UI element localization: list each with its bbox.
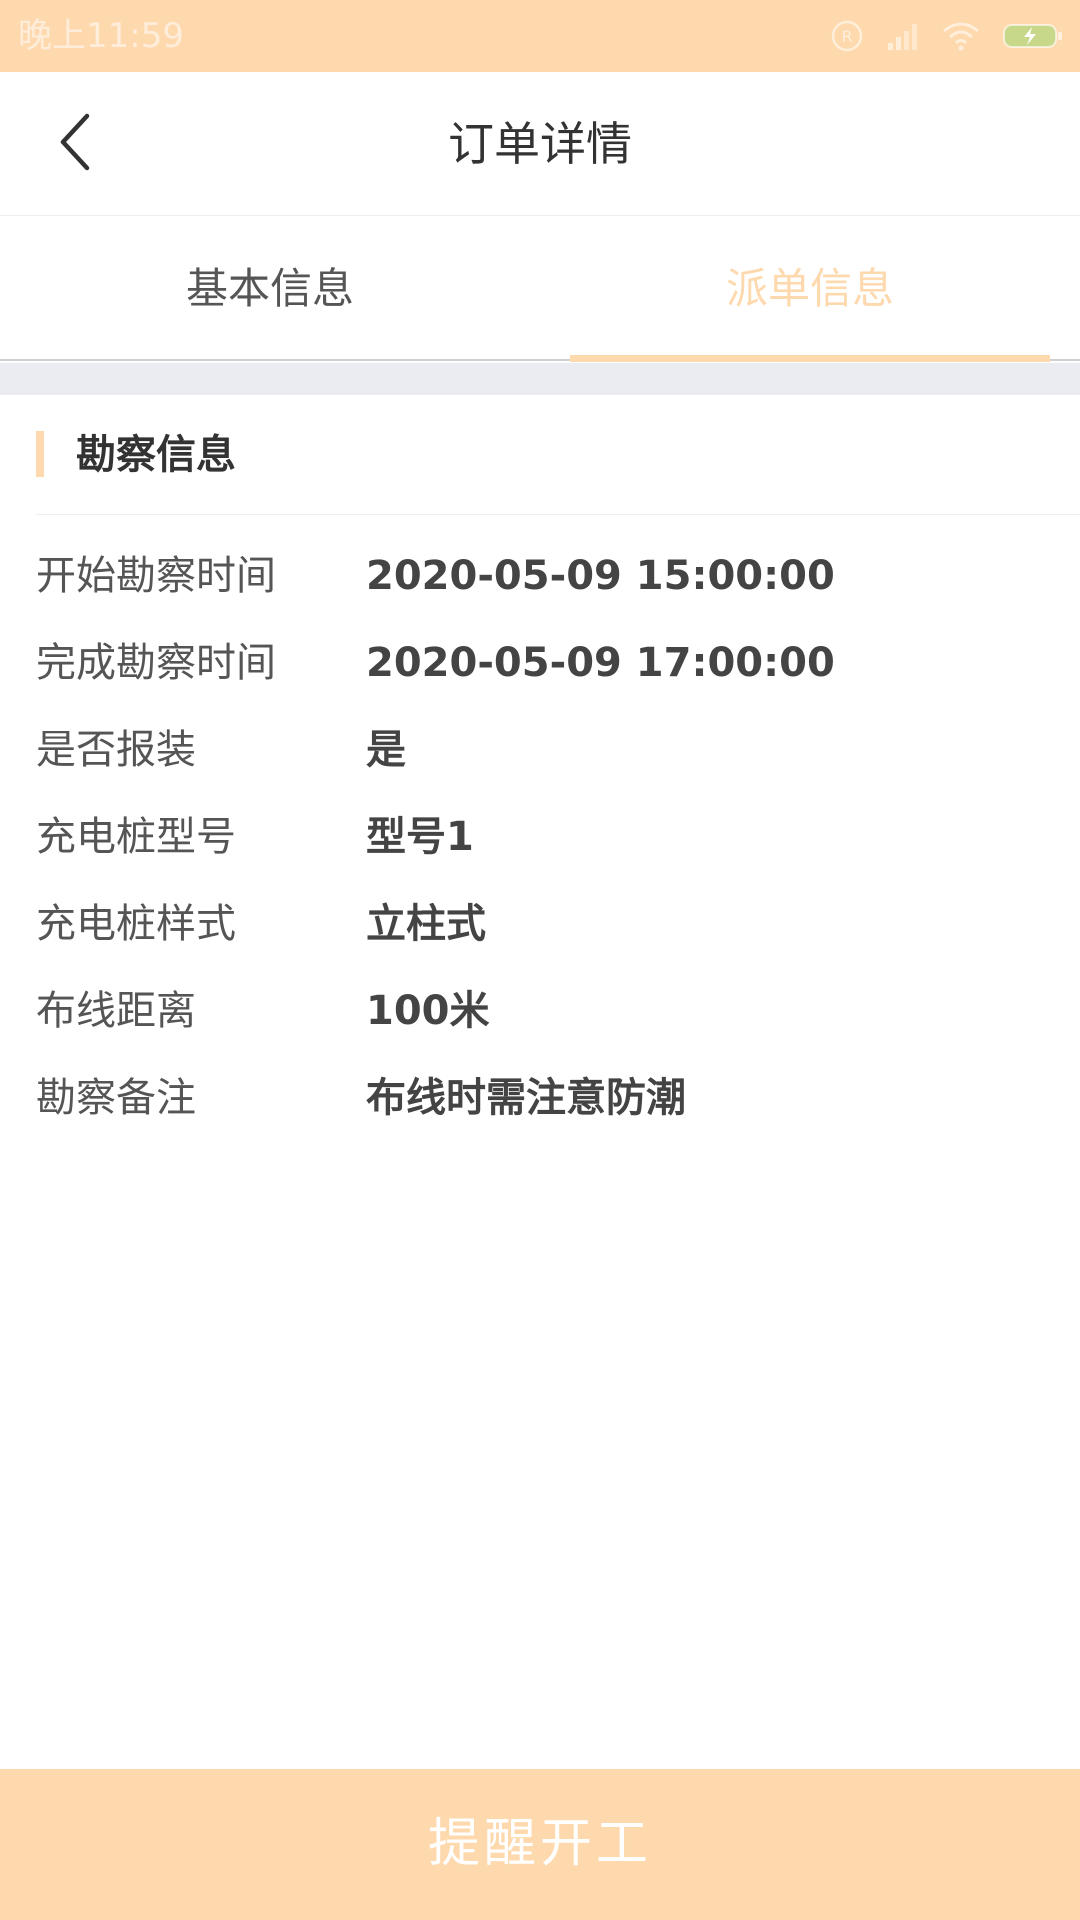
section-accent-bar [36, 431, 44, 477]
app-header: 订单详情 [0, 72, 1080, 216]
info-value: 型号1 [366, 814, 474, 860]
battery-charging-icon [1002, 21, 1064, 51]
section-title: 勘察信息 [76, 432, 236, 478]
info-value: 是 [366, 727, 406, 773]
info-row-survey-notes: 勘察备注 布线时需注意防潮 [0, 1055, 1080, 1142]
info-value: 2020-05-09 17:00:00 [366, 640, 835, 686]
info-label: 布线距离 [36, 988, 196, 1034]
info-row-wiring-distance: 布线距离 100米 [0, 968, 1080, 1055]
wifi-icon [942, 21, 980, 51]
info-value: 2020-05-09 15:00:00 [366, 553, 835, 599]
info-label: 充电桩样式 [36, 901, 236, 947]
tab-basic-info[interactable]: 基本信息 [0, 217, 540, 361]
info-row-charger-style: 充电桩样式 立柱式 [0, 881, 1080, 968]
remind-start-work-button[interactable]: 提醒开工 [0, 1769, 1080, 1920]
survey-info-list: 开始勘察时间 2020-05-09 15:00:00 完成勘察时间 2020-0… [0, 533, 1080, 1142]
info-label: 完成勘察时间 [36, 640, 276, 686]
section-divider [36, 514, 1080, 515]
svg-text:R: R [841, 27, 852, 46]
info-row-end-time: 完成勘察时间 2020-05-09 17:00:00 [0, 620, 1080, 707]
status-bar: 晚上11:59 R [0, 0, 1080, 72]
info-label: 开始勘察时间 [36, 553, 276, 599]
info-value: 立柱式 [366, 901, 486, 947]
info-row-start-time: 开始勘察时间 2020-05-09 15:00:00 [0, 533, 1080, 620]
page-title: 订单详情 [448, 117, 632, 171]
section-header: 勘察信息 [0, 395, 1080, 515]
section-gap [0, 363, 1080, 395]
tab-dispatch-info[interactable]: 派单信息 [570, 217, 1050, 361]
info-value: 100米 [366, 988, 490, 1034]
signal-icon [886, 21, 920, 51]
info-label: 充电桩型号 [36, 814, 236, 860]
tab-bar: 基本信息 派单信息 [0, 217, 1080, 362]
info-label: 勘察备注 [36, 1075, 196, 1121]
active-tab-indicator [570, 355, 1050, 362]
info-row-charger-model: 充电桩型号 型号1 [0, 794, 1080, 881]
info-value: 布线时需注意防潮 [366, 1075, 686, 1121]
info-label: 是否报装 [36, 727, 196, 773]
status-time: 晚上11:59 [18, 16, 184, 56]
r-icon: R [830, 19, 864, 53]
info-row-report-install: 是否报装 是 [0, 707, 1080, 794]
status-icons: R [830, 18, 1064, 54]
